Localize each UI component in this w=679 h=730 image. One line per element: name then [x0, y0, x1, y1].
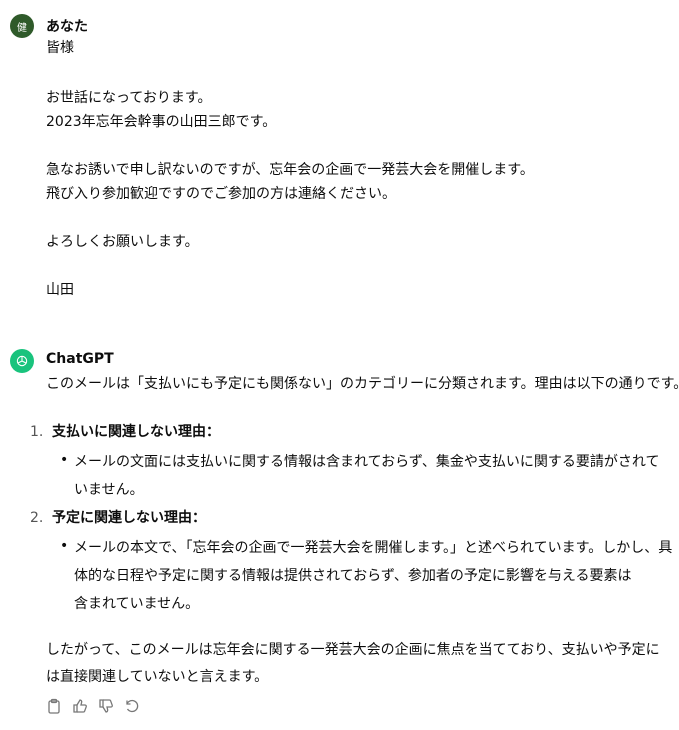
list-item-text: 含まれていません。: [74, 596, 200, 612]
assistant-conclusion: は直接関連していないと言えます。: [46, 669, 269, 685]
list-item-text: 体的な日程や予定に関する情報は提供されておらず、参加者の予定に影響を与える要素は: [74, 568, 632, 584]
user-avatar: 健: [10, 14, 34, 38]
user-line: 急なお誘いで申し訳ないのですが、忘年会の企画で一発芸大会を開催します。: [46, 162, 534, 178]
thumbs-down-icon[interactable]: [98, 698, 114, 714]
list-item-text: メールの本文で、「忘年会の企画で一発芸大会を開催します。」と述べられています。し…: [74, 540, 673, 556]
user-line: 飛び入り参加歓迎ですのでご参加の方は連絡ください。: [46, 186, 396, 202]
thumbs-up-icon[interactable]: [72, 698, 88, 714]
list-item-title: 予定に関連しない理由：: [52, 510, 206, 526]
bullet-icon: •: [60, 538, 69, 554]
chat-page: 健 あなた 皆様 お世話になっております。 2023年忘年会幹事の山田三郎です。…: [0, 0, 679, 730]
user-line: よろしくお願いします。: [46, 234, 199, 250]
bullet-icon: •: [60, 452, 69, 468]
list-item-text: いません。: [74, 482, 144, 498]
user-line: 皆様: [46, 40, 74, 56]
clipboard-icon[interactable]: [46, 698, 62, 714]
list-item-title: 支払いに関連しない理由：: [52, 424, 220, 440]
regenerate-icon[interactable]: [124, 698, 140, 714]
message-actions: [46, 698, 140, 714]
list-number: 1.: [30, 424, 44, 440]
assistant-intro: このメールは「支払いにも予定にも関係ない」のカテゴリーに分類されます。理由は以下…: [46, 376, 679, 392]
user-line: 2023年忘年会幹事の山田三郎です。: [46, 114, 277, 130]
user-author-name: あなた: [46, 19, 88, 35]
list-item-text: メールの文面には支払いに関する情報は含まれておらず、集金や支払いに関する要請がさ…: [74, 454, 660, 470]
list-number: 2.: [30, 510, 44, 526]
user-line: 山田: [46, 282, 74, 298]
assistant-author-name: ChatGPT: [46, 351, 114, 367]
assistant-conclusion: したがって、このメールは忘年会に関する一発芸大会の企画に焦点を当てており、支払い…: [46, 642, 660, 658]
avatar-text: 健: [17, 22, 27, 34]
user-line: お世話になっております。: [46, 90, 212, 106]
chatgpt-logo-icon: [10, 349, 34, 373]
